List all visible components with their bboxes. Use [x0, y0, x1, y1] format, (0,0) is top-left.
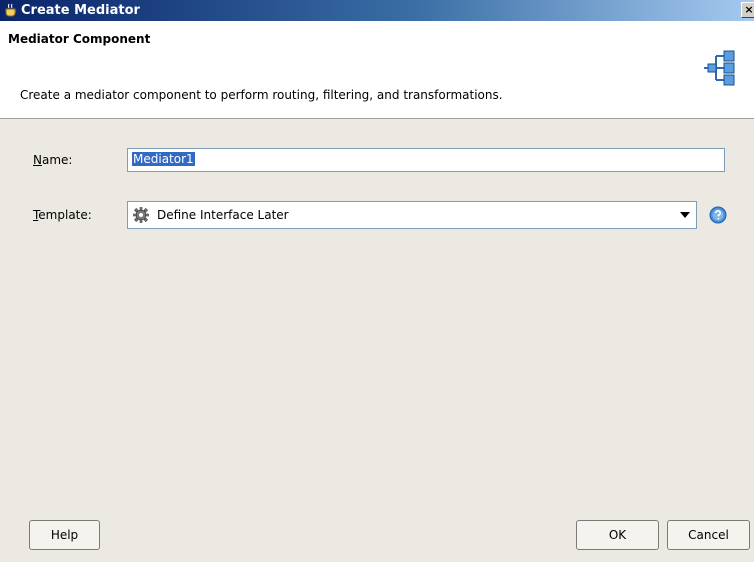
- header-title: Mediator Component: [8, 32, 151, 46]
- name-value: Mediator1: [132, 152, 195, 166]
- title-bar[interactable]: Create Mediator ×: [0, 0, 754, 21]
- ok-button[interactable]: OK: [576, 520, 659, 550]
- chevron-down-icon: [680, 212, 690, 218]
- name-label-rest: ame:: [41, 153, 73, 167]
- dialog-header: Mediator Component Create a mediator com…: [0, 21, 754, 119]
- name-label: Name:: [33, 153, 72, 167]
- name-field[interactable]: Mediator1: [127, 148, 725, 172]
- mediator-tree-icon: [704, 50, 735, 86]
- header-description: Create a mediator component to perform r…: [20, 88, 503, 102]
- gear-icon: [133, 207, 149, 223]
- close-button[interactable]: ×: [741, 2, 754, 18]
- close-icon: ×: [744, 3, 754, 16]
- template-value: Define Interface Later: [157, 208, 289, 222]
- help-icon[interactable]: [709, 206, 727, 224]
- template-dropdown[interactable]: Define Interface Later: [127, 201, 697, 229]
- template-label-rest: emplate:: [38, 208, 92, 222]
- window-title: Create Mediator: [21, 3, 140, 18]
- template-label: Template:: [33, 208, 92, 222]
- help-button[interactable]: Help: [29, 520, 100, 550]
- name-accesskey: N: [33, 153, 42, 167]
- cancel-button[interactable]: Cancel: [667, 520, 750, 550]
- jdeveloper-cup-icon: [5, 3, 17, 17]
